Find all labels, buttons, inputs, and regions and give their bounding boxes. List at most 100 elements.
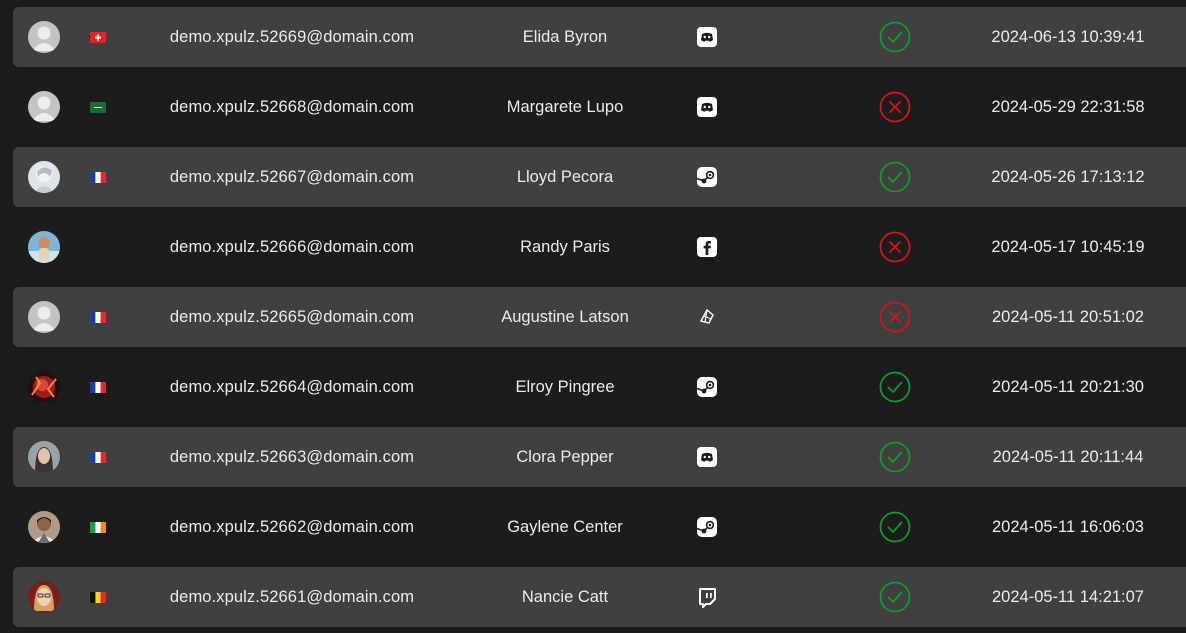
avatar-cell [27, 427, 61, 487]
photo-avatar [28, 511, 60, 543]
username-cell: Elroy Pingree [515, 377, 615, 396]
avatar-cell [27, 217, 61, 277]
check-circle-icon [879, 441, 911, 473]
flag-fr-icon [90, 381, 106, 393]
verified-status-cell [877, 357, 913, 417]
table-row[interactable]: demo.xpulz.52669@domain.com Elida Byron 20… [13, 7, 1186, 67]
table-row[interactable]: demo.xpulz.52662@domain.com Gaylene Cente… [13, 497, 1186, 557]
country-flag-cell [89, 567, 107, 627]
date-cell: 2024-05-11 20:51:02 [992, 307, 1144, 326]
email-cell: demo.xpulz.52665@domain.com [169, 307, 415, 326]
default-avatar [28, 301, 60, 333]
twitch-icon [699, 588, 716, 608]
avatar-cell [27, 7, 61, 67]
platform-cell [693, 497, 721, 557]
date-cell: 2024-05-11 14:21:07 [992, 587, 1144, 606]
username-cell: Clora Pepper [516, 447, 614, 466]
default-avatar [28, 21, 60, 53]
username-cell: Nancie Catt [521, 587, 609, 606]
photo-avatar [28, 581, 60, 613]
platform-cell [693, 217, 721, 277]
verified-status-cell [877, 287, 913, 347]
x-circle-icon [879, 301, 911, 333]
username-cell: Lloyd Pecora [516, 167, 614, 186]
table-row[interactable]: demo.xpulz.52664@domain.com Elroy Pingree… [13, 357, 1186, 417]
check-circle-icon [879, 581, 911, 613]
email-cell: demo.xpulz.52667@domain.com [169, 167, 415, 186]
country-flag-cell [89, 147, 107, 207]
photo-avatar [28, 231, 60, 263]
table-row[interactable]: demo.xpulz.52666@domain.com Randy Paris 20… [13, 217, 1186, 277]
platform-cell [693, 77, 721, 137]
check-circle-icon [879, 21, 911, 53]
country-flag-cell [89, 427, 107, 487]
username-cell: Elida Byron [522, 27, 608, 46]
x-circle-icon [879, 231, 911, 263]
epic-icon [699, 308, 714, 324]
discord-icon [697, 447, 717, 467]
username-cell: Augustine Latson [501, 307, 629, 326]
table-row[interactable]: demo.xpulz.52663@domain.com Clora Pepper 2… [13, 427, 1186, 487]
discord-icon [697, 97, 717, 117]
username-cell: Gaylene Center [507, 517, 623, 536]
platform-cell [693, 7, 721, 67]
default-avatar [28, 91, 60, 123]
username-cell: Randy Paris [520, 237, 610, 256]
photo-avatar [28, 161, 60, 193]
check-circle-icon [879, 371, 911, 403]
platform-cell [693, 427, 721, 487]
table-row[interactable]: demo.xpulz.52667@domain.com Lloyd Pecora 2… [13, 147, 1186, 207]
date-cell: 2024-05-29 22:31:58 [991, 97, 1145, 116]
steam-icon [696, 517, 717, 537]
flag-fr-icon [90, 311, 106, 323]
table-row[interactable]: demo.xpulz.52668@domain.com Margarete Lup… [13, 77, 1186, 137]
photo-avatar [28, 441, 60, 473]
flag-sa-icon [90, 101, 106, 113]
verified-status-cell [877, 77, 913, 137]
platform-cell [693, 287, 721, 347]
table-row[interactable]: demo.xpulz.52661@domain.com Nancie Catt 20… [13, 567, 1186, 627]
date-cell: 2024-05-26 17:13:12 [991, 167, 1145, 186]
avatar-cell [27, 497, 61, 557]
email-cell: demo.xpulz.52661@domain.com [169, 587, 415, 606]
email-cell: demo.xpulz.52668@domain.com [169, 97, 415, 116]
country-flag-cell [89, 77, 107, 137]
email-cell: demo.xpulz.52666@domain.com [169, 237, 415, 256]
verified-status-cell [877, 497, 913, 557]
email-cell: demo.xpulz.52664@domain.com [169, 377, 415, 396]
flag-ie-icon [90, 521, 106, 533]
avatar-cell [27, 357, 61, 417]
flag-fr-icon [90, 451, 106, 463]
table-row[interactable]: demo.xpulz.52665@domain.com Augustine Lat… [13, 287, 1186, 347]
verified-status-cell [877, 217, 913, 277]
date-cell: 2024-05-11 20:11:44 [992, 447, 1144, 466]
date-cell: 2024-05-11 16:06:03 [992, 517, 1144, 536]
username-cell: Margarete Lupo [506, 97, 624, 116]
steam-icon [696, 377, 717, 397]
date-cell: 2024-05-11 20:21:30 [992, 377, 1144, 396]
check-circle-icon [879, 511, 911, 543]
facebook-icon [697, 237, 717, 257]
steam-icon [696, 167, 717, 187]
verified-status-cell [877, 427, 913, 487]
avatar-cell [27, 567, 61, 627]
photo-avatar [28, 371, 60, 403]
country-flag-cell [89, 497, 107, 557]
discord-icon [697, 27, 717, 47]
users-table: demo.xpulz.52669@domain.com Elida Byron 20… [0, 0, 1186, 633]
country-flag-cell [89, 357, 107, 417]
country-flag-cell [89, 7, 107, 67]
avatar-cell [27, 77, 61, 137]
flag-fr-icon [90, 171, 106, 183]
flag-ch-icon [90, 31, 106, 43]
platform-cell [693, 567, 721, 627]
verified-status-cell [877, 147, 913, 207]
platform-cell [693, 357, 721, 417]
avatar-cell [27, 287, 61, 347]
email-cell: demo.xpulz.52669@domain.com [169, 27, 415, 46]
check-circle-icon [879, 161, 911, 193]
email-cell: demo.xpulz.52663@domain.com [169, 447, 415, 466]
verified-status-cell [877, 567, 913, 627]
country-flag-cell [89, 217, 107, 277]
avatar-cell [27, 147, 61, 207]
